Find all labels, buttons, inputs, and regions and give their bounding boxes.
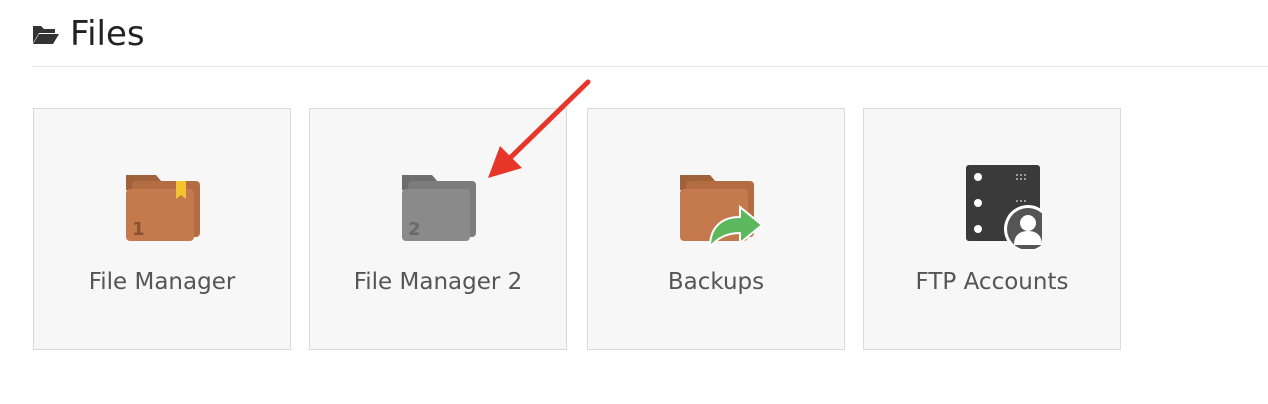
section-title: Files xyxy=(70,14,145,54)
file-manager-2-tile[interactable]: 2 File Manager 2 xyxy=(309,108,567,350)
file-manager-2-label: File Manager 2 xyxy=(353,269,523,295)
section-header: Files xyxy=(32,12,145,56)
section-divider xyxy=(32,66,1268,67)
ftp-accounts-label: FTP Accounts xyxy=(915,269,1069,295)
file-manager-2-badge: 2 xyxy=(408,219,421,240)
backups-tile[interactable]: Backups xyxy=(587,108,845,350)
folder-open-icon xyxy=(33,26,59,44)
file-manager-2-folder-icon: 2 xyxy=(402,175,476,241)
file-manager-folder-icon: 1 xyxy=(126,175,200,241)
ftp-accounts-tile[interactable]: FTP Accounts xyxy=(863,108,1121,350)
backups-folder-arrow-icon xyxy=(680,175,764,249)
backups-label: Backups xyxy=(667,269,765,295)
file-manager-tile[interactable]: 1 File Manager xyxy=(33,108,291,350)
file-manager-label: File Manager xyxy=(88,269,236,295)
ftp-accounts-server-user-icon xyxy=(966,165,1042,249)
file-manager-badge: 1 xyxy=(132,219,145,240)
